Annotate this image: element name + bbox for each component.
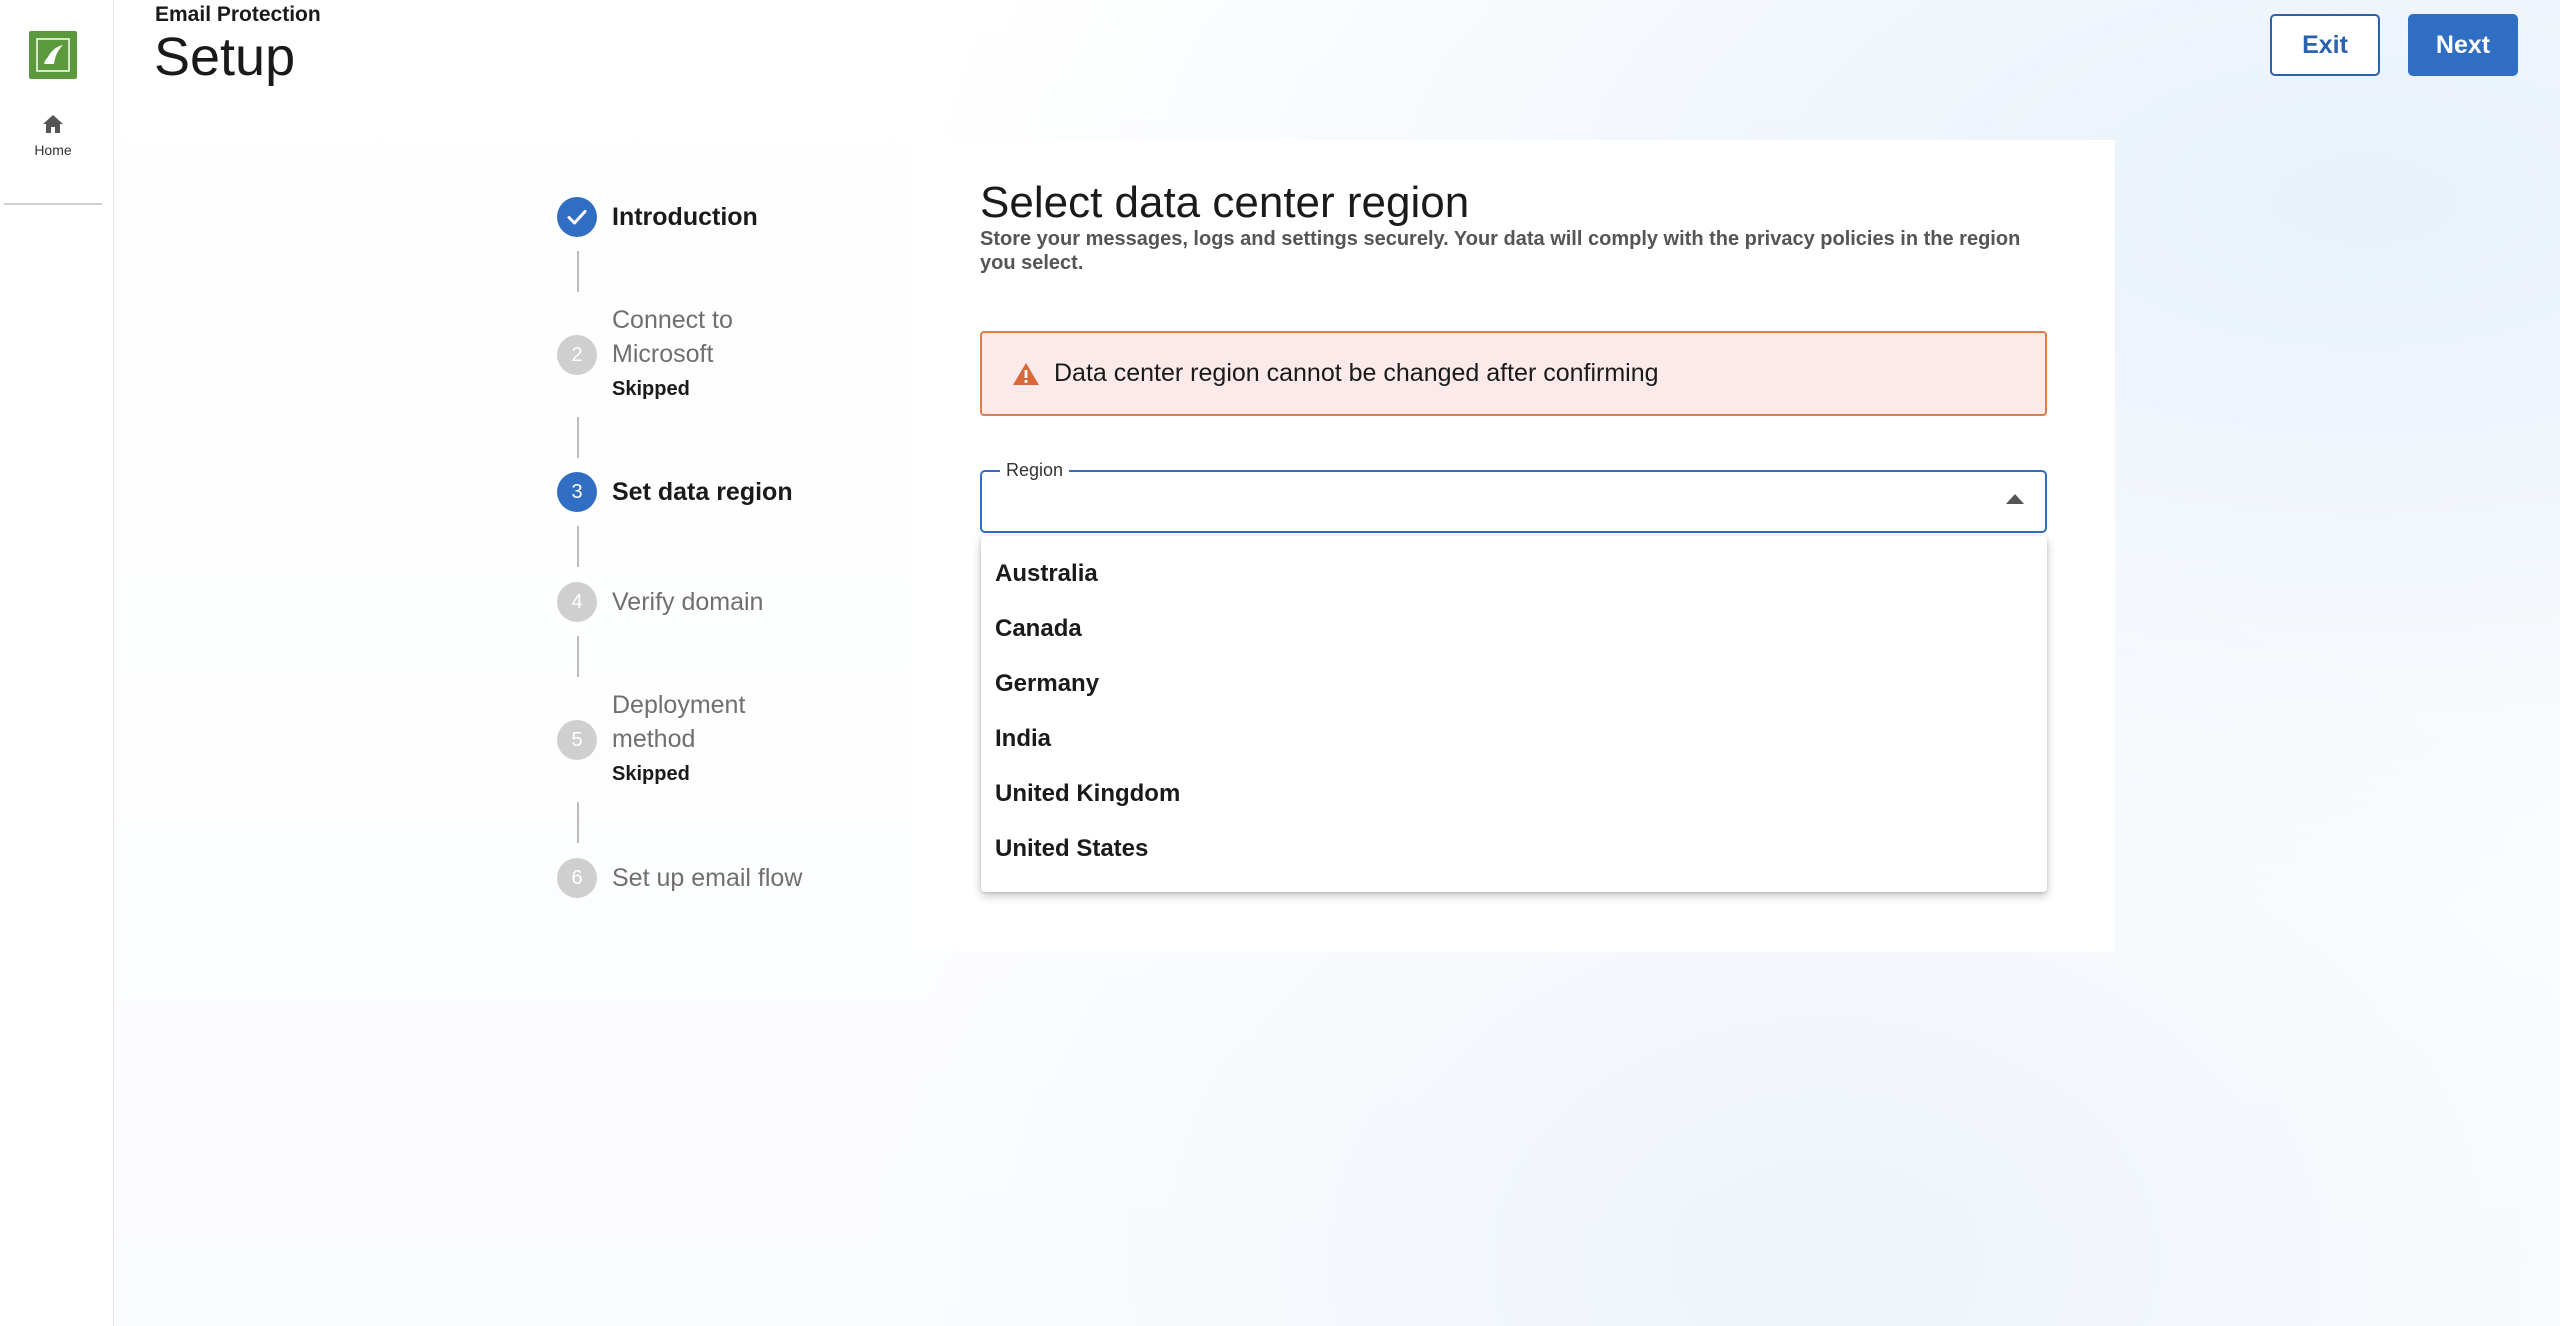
panel-description: Store your messages, logs and settings s… xyxy=(980,228,2021,274)
warning-text: Data center region cannot be changed aft… xyxy=(1054,359,1659,387)
home-icon xyxy=(43,115,63,133)
sidebar-item-label: Home xyxy=(34,142,72,158)
step-circle: 3 xyxy=(557,472,597,512)
caret-up-icon[interactable] xyxy=(2006,494,2024,504)
step-label: Deployment xyxy=(612,691,746,719)
step-label: Microsoft xyxy=(612,340,714,368)
step-label: Set data region xyxy=(612,478,793,506)
warning-icon xyxy=(1013,362,1039,385)
region-dropdown-menu: Australia Canada Germany India United Ki… xyxy=(981,536,2047,892)
step-label: Set up email flow xyxy=(612,864,803,892)
exit-button[interactable]: Exit xyxy=(2270,14,2380,76)
step-circle: 4 xyxy=(557,582,597,622)
sidebar-item-home[interactable]: Home xyxy=(0,112,106,158)
step-circle: 2 xyxy=(557,335,597,375)
step-label: Connect to xyxy=(612,306,733,334)
next-button[interactable]: Next xyxy=(2408,14,2518,76)
region-option-india[interactable]: India xyxy=(981,711,2047,766)
region-option-australia[interactable]: Australia xyxy=(981,546,2047,601)
step-circle xyxy=(557,197,597,237)
sidebar-divider xyxy=(4,203,102,205)
step-status: Skipped xyxy=(612,763,690,785)
panel-title: Select data center region xyxy=(980,178,1470,227)
check-icon xyxy=(567,210,587,225)
step-label: Introduction xyxy=(612,203,758,231)
step-label: Verify domain xyxy=(612,588,764,616)
region-option-united-kingdom[interactable]: United Kingdom xyxy=(981,766,2047,821)
step-connector xyxy=(577,417,579,458)
step-label: method xyxy=(612,725,696,753)
warning-banner: Data center region cannot be changed aft… xyxy=(980,331,2047,416)
region-select[interactable] xyxy=(980,470,2047,533)
barracuda-logo-icon[interactable] xyxy=(29,31,77,79)
step-connector xyxy=(577,802,579,843)
step-connector xyxy=(577,636,579,677)
region-option-canada[interactable]: Canada xyxy=(981,601,2047,656)
page-title: Setup xyxy=(154,27,296,87)
region-field-label: Region xyxy=(1000,460,1070,481)
step-circle: 5 xyxy=(557,720,597,760)
sidebar: Home xyxy=(0,0,114,1326)
step-connector xyxy=(577,526,579,567)
product-name: Email Protection xyxy=(155,3,321,26)
step-connector xyxy=(577,251,579,292)
region-option-germany[interactable]: Germany xyxy=(981,656,2047,711)
region-option-united-states[interactable]: United States xyxy=(981,821,2047,876)
step-status: Skipped xyxy=(612,378,690,400)
step-circle: 6 xyxy=(557,858,597,898)
